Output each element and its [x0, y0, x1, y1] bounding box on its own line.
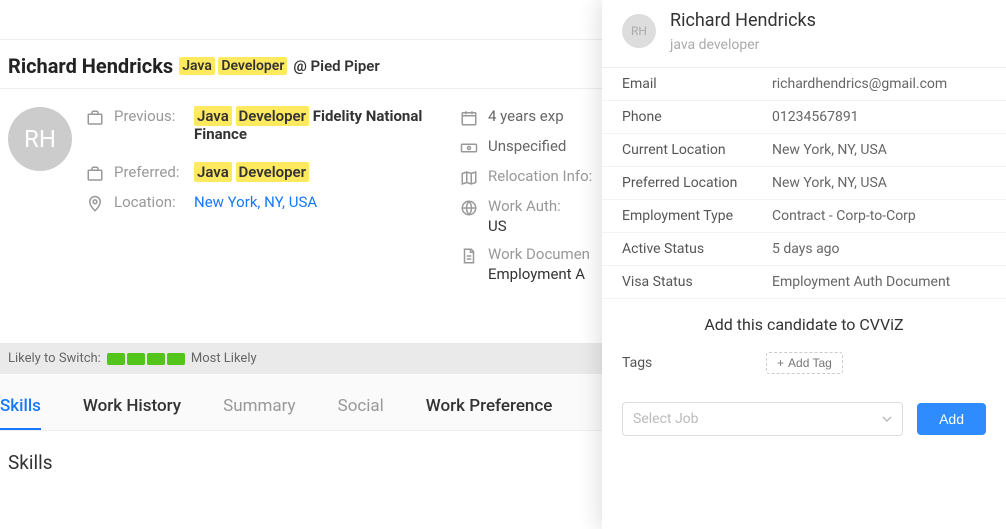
preferred-label: Preferred: [114, 163, 184, 181]
side-tags-row: Tags + Add Tag [602, 346, 1006, 392]
side-header: RH Richard Hendricks java developer [602, 0, 1006, 67]
preferred-row: Preferred: Java Developer [86, 163, 446, 183]
workauth-label: Work Auth: [488, 197, 561, 215]
briefcase-icon [86, 165, 104, 183]
side-tags-label: Tags [622, 355, 752, 371]
side-role: java developer [670, 37, 816, 53]
side-row-email: Email richardhendrics@gmail.com [602, 68, 1006, 101]
side-row-employment-type: Employment Type Contract - Corp-to-Corp [602, 200, 1006, 233]
add-button[interactable]: Add [917, 403, 986, 435]
side-value: 5 days ago [772, 241, 986, 257]
location-row: Location: New York, NY, USA [86, 193, 446, 213]
profile-title-highlight: Java Developer [179, 58, 287, 74]
side-value: Employment Auth Document [772, 274, 986, 290]
switch-suffix: Most Likely [191, 351, 257, 366]
preferred-value: Java Developer [194, 163, 309, 181]
side-label: Phone [622, 109, 772, 125]
avatar: RH [8, 107, 72, 171]
side-row-active-status: Active Status 5 days ago [602, 233, 1006, 266]
previous-row: Previous: Java Developer Fidelity Nation… [86, 107, 446, 143]
side-row-phone: Phone 01234567891 [602, 101, 1006, 134]
side-avatar: RH [622, 14, 656, 48]
side-label: Employment Type [622, 208, 772, 224]
tab-social[interactable]: Social [338, 388, 384, 430]
side-label: Current Location [622, 142, 772, 158]
tab-skills[interactable]: Skills [0, 388, 41, 430]
progress-segment [147, 353, 165, 365]
highlight-java: Java [179, 57, 215, 75]
side-row-preferred-location: Preferred Location New York, NY, USA [602, 167, 1006, 200]
side-panel: RH Richard Hendricks java developer Emai… [602, 0, 1006, 529]
tab-summary[interactable]: Summary [223, 388, 295, 430]
previous-value: Java Developer Fidelity National Finance [194, 107, 446, 143]
select-job-dropdown[interactable]: Select Job [622, 402, 903, 436]
side-value: Contract - Corp-to-Corp [772, 208, 986, 224]
side-value: New York, NY, USA [772, 175, 986, 191]
progress-segment [127, 353, 145, 365]
progress-segment [107, 353, 125, 365]
location-pin-icon [86, 195, 104, 213]
side-cta-text: Add this candidate to CVViZ [602, 299, 1006, 346]
preferred-hl-developer: Developer [236, 162, 310, 182]
side-row-current-location: Current Location New York, NY, USA [602, 134, 1006, 167]
side-label: Visa Status [622, 274, 772, 290]
side-label: Active Status [622, 241, 772, 257]
select-job-placeholder: Select Job [633, 411, 699, 427]
side-label: Email [622, 76, 772, 92]
at-prefix: @ [293, 57, 306, 75]
workdoc-label: Work Documen [488, 245, 590, 263]
highlight-developer: Developer [218, 57, 287, 75]
chevron-down-icon [882, 414, 892, 424]
experience-value: 4 years exp [488, 107, 564, 125]
side-value: 01234567891 [772, 109, 986, 125]
side-value: New York, NY, USA [772, 142, 986, 158]
briefcase-icon [86, 109, 104, 127]
switch-progress [107, 353, 185, 365]
document-icon [460, 247, 478, 265]
side-row-visa-status: Visa Status Employment Auth Document [602, 266, 1006, 299]
previous-hl-java: Java [194, 106, 232, 126]
add-tag-button[interactable]: + Add Tag [766, 352, 843, 374]
profile-name: Richard Hendricks [8, 54, 173, 78]
side-value: richardhendrics@gmail.com [772, 76, 986, 92]
plus-icon: + [777, 356, 784, 370]
side-name: Richard Hendricks [670, 10, 816, 31]
add-tag-label: Add Tag [788, 356, 832, 370]
side-label: Preferred Location [622, 175, 772, 191]
previous-label: Previous: [114, 107, 184, 125]
calendar-icon [460, 109, 478, 127]
switch-prefix: Likely to Switch: [8, 351, 101, 366]
location-value[interactable]: New York, NY, USA [194, 193, 317, 211]
location-label: Location: [114, 193, 184, 211]
money-icon [460, 139, 478, 157]
company-name: Pied Piper [311, 57, 380, 75]
profile-company: @ Pied Piper [293, 57, 379, 75]
tab-work-preference[interactable]: Work Preference [426, 388, 553, 430]
map-icon [460, 169, 478, 187]
previous-hl-developer: Developer [236, 106, 310, 126]
tab-work-history[interactable]: Work History [83, 388, 181, 430]
preferred-hl-java: Java [194, 162, 232, 182]
globe-icon [460, 199, 478, 217]
info-column-left: Previous: Java Developer Fidelity Nation… [86, 107, 446, 283]
side-details: Email richardhendrics@gmail.com Phone 01… [602, 67, 1006, 299]
salary-value: Unspecified [488, 137, 566, 155]
side-action-row: Select Job Add [602, 392, 1006, 446]
relocation-label: Relocation Info: [488, 167, 592, 185]
progress-segment [167, 353, 185, 365]
